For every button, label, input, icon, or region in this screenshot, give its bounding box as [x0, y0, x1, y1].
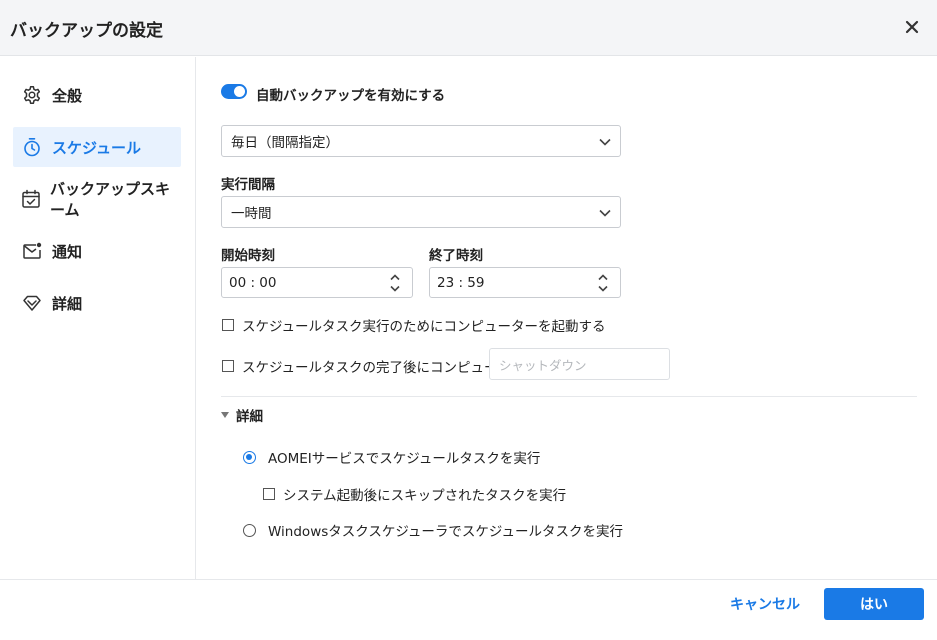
sidebar-item-label: 詳細: [52, 294, 83, 313]
footer: キャンセル はい: [0, 579, 937, 640]
chevron-down-icon: [599, 209, 611, 217]
start-time-label: 開始時刻: [221, 248, 275, 264]
frequency-select[interactable]: 毎日（間隔指定）: [221, 125, 621, 157]
sidebar-item-backup-scheme[interactable]: バックアップスキーム: [13, 179, 181, 219]
wake-computer-checkbox[interactable]: [222, 319, 234, 331]
run-skipped-option[interactable]: システム起動後にスキップされたタスクを実行: [263, 484, 566, 504]
calendar-check-icon: [21, 188, 41, 210]
triangle-down-icon: [221, 412, 229, 418]
advanced-section-toggle[interactable]: 詳細: [221, 405, 263, 425]
close-button[interactable]: [899, 14, 925, 40]
stopwatch-icon: [21, 136, 43, 158]
after-task-action-select[interactable]: シャットダウン: [489, 348, 670, 380]
sidebar-item-label: バックアップスキーム: [50, 180, 171, 219]
sidebar-item-label: 通知: [52, 242, 83, 261]
interval-label: 実行間隔: [221, 177, 275, 193]
gear-icon: [21, 84, 43, 106]
aomei-service-radio[interactable]: [243, 450, 256, 464]
sidebar-item-general[interactable]: 全般: [13, 75, 181, 115]
auto-backup-toggle[interactable]: [221, 84, 247, 99]
start-time-value: 00 : 00: [229, 274, 277, 291]
sidebar-item-label: スケジュール: [52, 138, 141, 157]
spin-updown-icon[interactable]: [389, 272, 401, 294]
wake-computer-option[interactable]: スケジュールタスク実行のためにコンピューターを起動する: [222, 315, 606, 335]
ok-button[interactable]: はい: [824, 588, 924, 620]
interval-value: 一時間: [231, 206, 272, 222]
sidebar-item-label: 全般: [52, 86, 83, 105]
windows-scheduler-radio[interactable]: [243, 523, 256, 537]
spin-updown-icon[interactable]: [597, 272, 609, 294]
section-divider: [221, 396, 917, 397]
frequency-value: 毎日（間隔指定）: [231, 135, 339, 151]
sidebar-item-notification[interactable]: 通知: [13, 231, 181, 271]
aomei-service-option[interactable]: AOMEIサービスでスケジュールタスクを実行: [243, 447, 540, 467]
end-time-label: 終了時刻: [429, 248, 483, 264]
end-time-value: 23 : 59: [437, 274, 485, 291]
sidebar-item-schedule[interactable]: スケジュール: [13, 127, 181, 167]
end-time-input[interactable]: 23 : 59: [429, 267, 621, 298]
cancel-button[interactable]: キャンセル: [720, 588, 810, 620]
windows-scheduler-option[interactable]: Windowsタスクスケジューラでスケジュールタスクを実行: [243, 520, 623, 540]
close-icon: [905, 20, 919, 34]
auto-backup-label: 自動バックアップを有効にする: [256, 88, 446, 104]
run-skipped-label: システム起動後にスキップされたタスクを実行: [283, 488, 567, 504]
run-skipped-checkbox[interactable]: [263, 488, 275, 500]
chevron-down-icon: [599, 138, 611, 146]
mail-notification-icon: [21, 240, 43, 262]
windows-scheduler-label: Windowsタスクスケジューラでスケジュールタスクを実行: [268, 524, 623, 540]
wake-computer-label: スケジュールタスク実行のためにコンピューターを起動する: [242, 319, 606, 335]
start-time-input[interactable]: 00 : 00: [221, 267, 413, 298]
titlebar: バックアップの設定: [0, 0, 937, 56]
advanced-section-title: 詳細: [236, 409, 263, 425]
sidebar: 全般 スケジュール バックアップスキーム 通知 詳細: [0, 57, 196, 579]
aomei-service-label: AOMEIサービスでスケジュールタスクを実行: [268, 451, 541, 467]
diamond-icon: [21, 292, 43, 314]
interval-select[interactable]: 一時間: [221, 196, 621, 228]
window-title: バックアップの設定: [10, 21, 163, 41]
schedule-panel: 自動バックアップを有効にする 毎日（間隔指定） 実行間隔 一時間 開始時刻 00…: [197, 57, 937, 579]
after-task-checkbox[interactable]: [222, 360, 234, 372]
sidebar-item-advanced[interactable]: 詳細: [13, 283, 181, 323]
